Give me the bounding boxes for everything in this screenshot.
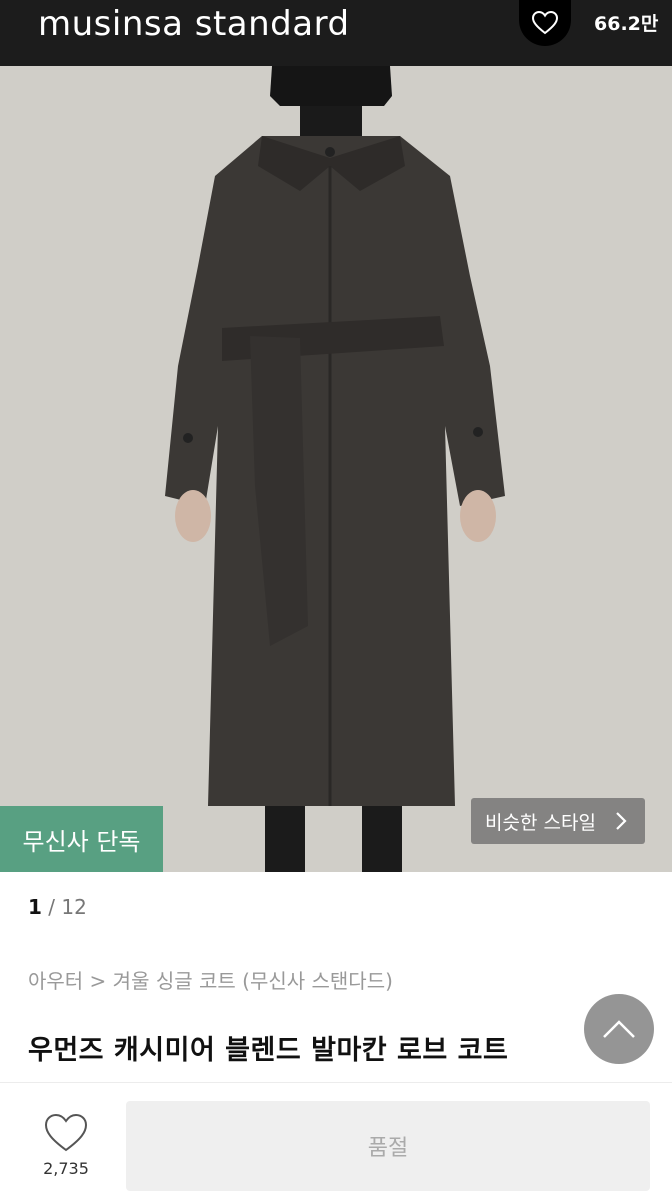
similar-style-button[interactable]: 비슷한 스타일 <box>471 798 645 844</box>
product-title: 우먼즈 캐시미어 블렌드 발마칸 로브 코트 <box>28 1035 509 1066</box>
pager-current: 1 <box>28 895 42 919</box>
brand-like-count: 66.2만 <box>594 13 659 35</box>
category-breadcrumb[interactable]: 아우터 > 겨울 싱글 코트 (무신사 스탠다드) <box>28 965 393 994</box>
wish-count: 2,735 <box>43 1159 89 1178</box>
scroll-to-top-button[interactable] <box>584 994 654 1064</box>
product-image <box>0 66 672 872</box>
brand-logo[interactable]: musinsa standard <box>38 4 350 44</box>
pager-total: 12 <box>61 895 87 919</box>
bottom-action-bar: 2,735 품절 <box>0 1082 672 1200</box>
top-bar: musinsa standard 66.2만 <box>0 0 672 66</box>
product-image-carousel[interactable] <box>0 66 672 872</box>
pager-separator: / <box>41 895 62 919</box>
chevron-right-icon <box>616 812 627 830</box>
chevron-up-icon <box>603 1020 635 1038</box>
exclusive-badge: 무신사 단독 <box>0 806 163 872</box>
image-pager: 1 / 12 <box>28 895 87 919</box>
wish-button[interactable]: 2,735 <box>20 1107 112 1187</box>
heart-icon <box>532 11 558 35</box>
sold-out-button[interactable]: 품절 <box>126 1101 650 1191</box>
heart-icon <box>44 1113 88 1152</box>
similar-style-label: 비슷한 스타일 <box>485 811 596 834</box>
brand-like-button[interactable] <box>519 0 571 46</box>
